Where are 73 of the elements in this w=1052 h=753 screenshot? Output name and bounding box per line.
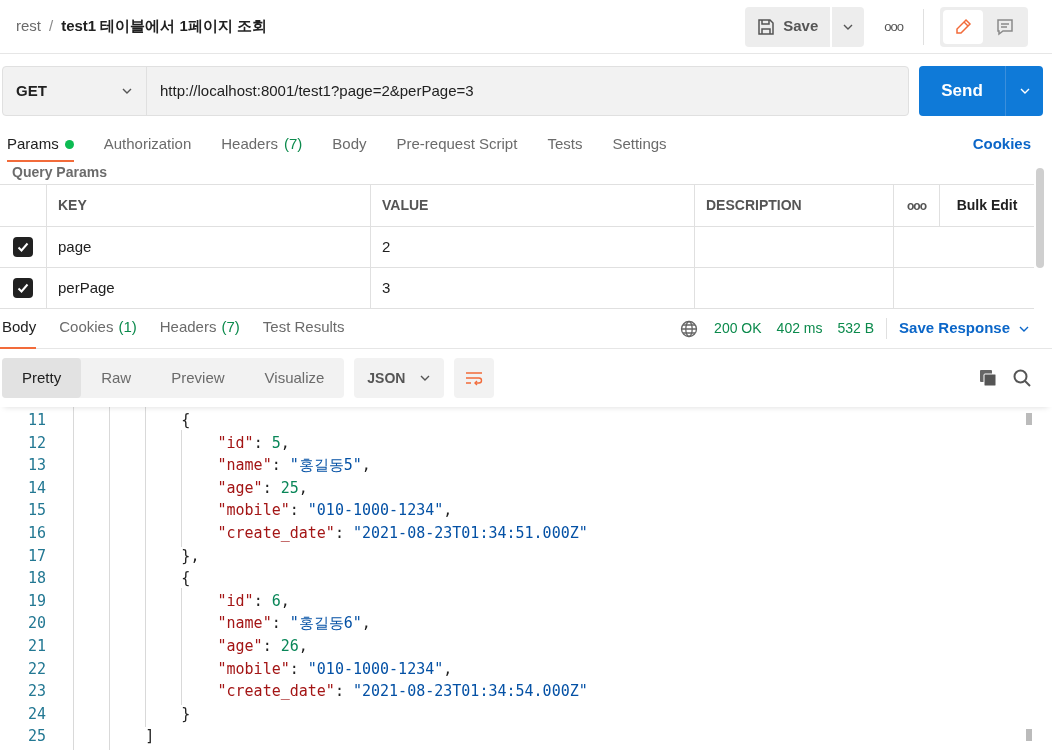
size-text: 532 B xyxy=(837,318,888,339)
table-cell-text: page xyxy=(58,236,92,257)
line-number: 11 xyxy=(26,410,46,432)
more-button[interactable]: ooo xyxy=(884,16,903,37)
code-line: ] xyxy=(73,725,155,748)
table-cell-text: perPage xyxy=(58,277,115,298)
line-number: 13 xyxy=(26,455,46,477)
view-mode-tab[interactable]: Pretty xyxy=(2,358,82,398)
wrap-lines-icon xyxy=(464,369,485,387)
response-tab[interactable]: Test Results xyxy=(260,308,345,349)
line-number: 15 xyxy=(26,500,46,522)
line-number: 22 xyxy=(26,658,46,680)
bulk-edit-button[interactable]: Bulk Edit xyxy=(956,195,1018,216)
save-options-button[interactable] xyxy=(832,6,865,47)
check-icon xyxy=(16,281,30,295)
scrollbar[interactable] xyxy=(1036,168,1044,268)
globe-icon xyxy=(680,319,699,338)
request-tab[interactable]: Pre-request Script xyxy=(396,128,518,162)
request-tab[interactable]: Settings xyxy=(612,128,667,162)
status-text: 200 OK xyxy=(714,319,762,338)
column-header: VALUE xyxy=(382,196,429,215)
edit-mode-button[interactable] xyxy=(943,9,983,44)
response-tab[interactable]: Cookies (1) xyxy=(57,308,137,349)
view-mode-tab[interactable]: Preview xyxy=(151,358,245,398)
code-line: "create_date": "2021-08-23T01:34:51.000Z" xyxy=(73,522,588,545)
column-header: DESCRIPTION xyxy=(706,196,802,215)
request-tab[interactable]: Params xyxy=(7,128,74,162)
line-number: 18 xyxy=(26,568,46,590)
request-tab[interactable]: Body xyxy=(332,128,367,162)
line-number: 14 xyxy=(26,477,46,499)
save-response-button[interactable]: Save Response xyxy=(899,317,1030,340)
more-button[interactable]: ooo xyxy=(907,196,926,215)
request-tab[interactable]: Headers (7) xyxy=(221,128,303,162)
line-number: 25 xyxy=(26,726,46,748)
cookies-link[interactable]: Cookies xyxy=(972,132,1031,156)
breadcrumb-separator: / xyxy=(49,16,54,37)
line-number: 24 xyxy=(26,703,46,725)
wrap-lines-button[interactable] xyxy=(454,358,495,398)
line-number: 19 xyxy=(26,590,46,612)
scrollbar[interactable] xyxy=(1026,729,1032,741)
response-tab[interactable]: Headers (7) xyxy=(157,308,240,349)
line-number: 16 xyxy=(26,523,46,544)
request-tab[interactable]: Authorization xyxy=(103,128,192,162)
view-mode-tab[interactable]: Raw xyxy=(81,358,152,398)
copy-icon xyxy=(978,368,998,388)
time-text: 402 ms xyxy=(776,319,823,338)
request-tab[interactable]: Tests xyxy=(547,128,583,162)
check-icon xyxy=(16,240,30,254)
table-cell-text: 3 xyxy=(382,277,391,298)
line-number: 12 xyxy=(26,432,46,454)
line-number: 21 xyxy=(26,636,46,657)
code-line: } xyxy=(73,702,191,726)
section-title: Query Params xyxy=(11,163,108,182)
line-number: 17 xyxy=(26,545,46,567)
send-options-button[interactable] xyxy=(1005,66,1043,116)
request-title: test1 테이블에서 1페이지 조회 xyxy=(61,16,268,37)
scrollbar[interactable] xyxy=(1026,413,1032,425)
code-line: "create_date": "2021-08-23T01:34:54.000Z" xyxy=(73,680,588,703)
save-button[interactable]: Save xyxy=(745,6,831,47)
line-number: 20 xyxy=(26,613,46,635)
search-icon xyxy=(1012,368,1032,388)
response-tab[interactable]: Body xyxy=(0,308,37,349)
breadcrumb-link[interactable]: rest xyxy=(16,15,41,38)
view-mode-tab[interactable]: Visualize xyxy=(244,358,345,398)
line-number: 23 xyxy=(26,681,46,703)
pencil-icon xyxy=(953,16,973,37)
checkbox[interactable] xyxy=(13,237,33,257)
comment-icon xyxy=(995,16,1015,37)
format-dropdown[interactable]: JSON xyxy=(354,358,445,398)
column-header: KEY xyxy=(58,196,87,215)
send-button[interactable]: Send xyxy=(919,66,1005,116)
table-cell-text: 2 xyxy=(382,236,391,257)
checkbox[interactable] xyxy=(13,278,33,298)
